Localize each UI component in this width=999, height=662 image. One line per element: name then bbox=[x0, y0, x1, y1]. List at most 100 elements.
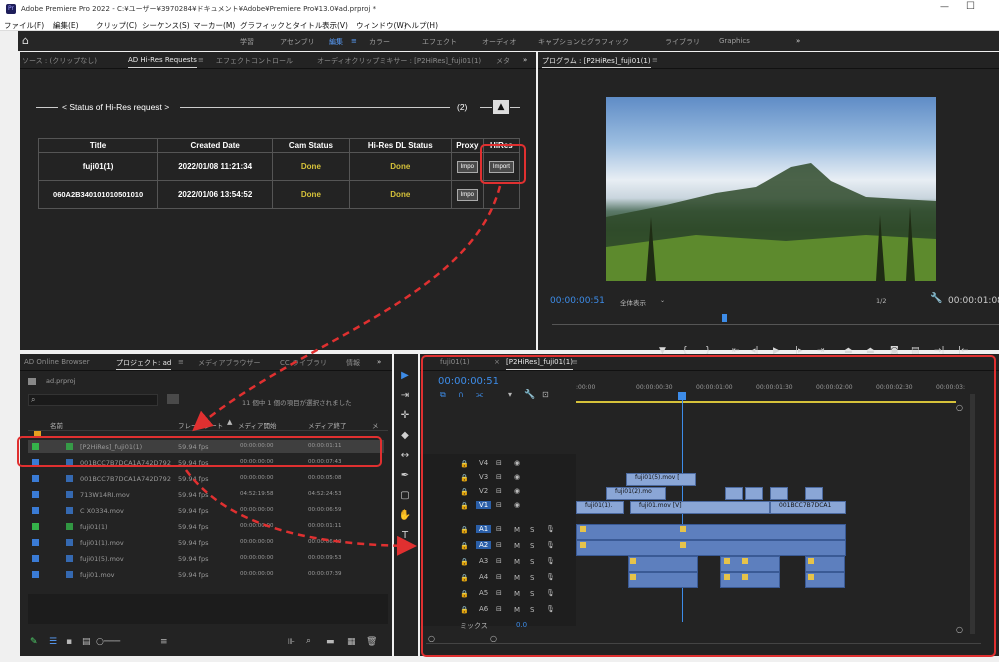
razor-tool-icon[interactable]: ◆ bbox=[398, 430, 412, 444]
color-label-icon bbox=[32, 571, 39, 578]
list-view-icon[interactable]: ☰ bbox=[49, 637, 57, 647]
tab-metadata[interactable]: メタ bbox=[496, 56, 510, 66]
project-tabs-more[interactable]: » bbox=[377, 358, 381, 366]
panel-menu-icon[interactable]: ≡ bbox=[198, 56, 204, 64]
zoom-slider[interactable]: ○─── bbox=[96, 637, 120, 647]
col-dl-status: Hi-Res DL Status bbox=[348, 138, 452, 153]
source-panel: ソース : (クリップなし) AD Hi-Res Requests ≡ エフェク… bbox=[20, 52, 536, 350]
sort-icons-icon[interactable]: ≡ bbox=[160, 637, 168, 647]
freeform-view-icon[interactable]: ▤ bbox=[82, 637, 91, 647]
minimize-icon[interactable]: — bbox=[940, 2, 949, 12]
sort-ascending-icon[interactable]: ▲ bbox=[227, 418, 232, 426]
col-media-start[interactable]: メディア開始 bbox=[238, 420, 277, 430]
project-row[interactable]: fuji01(5).mov 59.94 fps 00:00:00:00 00:00:0… bbox=[28, 552, 384, 565]
workspace-assembly[interactable]: アセンブリ bbox=[280, 37, 315, 47]
tabs-more[interactable]: » bbox=[523, 56, 527, 64]
rectangle-tool-icon[interactable]: ▢ bbox=[398, 490, 412, 504]
menu-edit[interactable]: 編集(E) bbox=[53, 20, 79, 31]
clip-media-start: 00:00:00:00 bbox=[240, 571, 274, 577]
program-scrubber[interactable] bbox=[552, 315, 999, 325]
tab-effect-controls[interactable]: エフェクトコントロール bbox=[216, 56, 293, 66]
fit-select[interactable]: 全体表示 bbox=[620, 297, 646, 307]
clip-media-end: 04:52:24:53 bbox=[308, 491, 342, 497]
color-label-icon bbox=[32, 491, 39, 498]
menu-view[interactable]: 表示(V) bbox=[322, 20, 348, 31]
track-select-icon[interactable]: ⇥ bbox=[398, 390, 412, 404]
project-file-name: ad.prproj bbox=[46, 377, 76, 385]
proxy-import-button[interactable]: Impo bbox=[456, 160, 478, 173]
workspace-libraries[interactable]: ライブラリ bbox=[665, 37, 700, 47]
menu-clip[interactable]: クリップ(C) bbox=[96, 20, 137, 31]
window-titlebar: Pr Adobe Premiere Pro 2022 - C:¥ユーザー¥397… bbox=[0, 0, 999, 18]
color-label-icon bbox=[32, 555, 39, 562]
project-row[interactable]: C X0334.mov 59.94 fps 00:00:00:00 00:00:06:… bbox=[28, 504, 384, 517]
clip-name: fuji01.mov bbox=[80, 571, 115, 579]
wrench-icon[interactable]: 🔧 bbox=[930, 293, 942, 304]
proxy-import-button[interactable]: Impo bbox=[456, 188, 478, 201]
project-row[interactable]: 713W14RI.mov 59.94 fps 04:52:19:58 04:52:24… bbox=[28, 488, 384, 501]
workspace-color[interactable]: カラー bbox=[369, 37, 390, 47]
highlight-timeline bbox=[421, 355, 996, 657]
workspace-effects[interactable]: エフェクト bbox=[422, 37, 457, 47]
col-fps[interactable]: フレームレート bbox=[178, 420, 223, 430]
program-timecode[interactable]: 00:00:00:51 bbox=[550, 296, 605, 306]
pencil-icon[interactable]: ✎ bbox=[30, 637, 38, 647]
project-row[interactable]: fuji01.mov 59.94 fps 00:00:00:00 00:00:07:3… bbox=[28, 568, 384, 581]
workspace-learn[interactable]: 学習 bbox=[240, 37, 254, 47]
clear-icon[interactable]: 🗑 bbox=[366, 637, 377, 647]
project-row[interactable]: 001BCC7B7DCA1A742D792 59.94 fps 00:00:00:0… bbox=[28, 472, 384, 485]
clip-fps: 59.94 fps bbox=[178, 571, 209, 579]
find-icon[interactable]: ⌕ bbox=[306, 636, 311, 646]
home-icon[interactable]: ⌂ bbox=[22, 34, 29, 47]
automate-icon[interactable]: ⊪ bbox=[288, 637, 295, 646]
project-row[interactable]: fuji01(1).mov 59.94 fps 00:00:00:00 00:00:0… bbox=[28, 536, 384, 549]
icon-view-icon[interactable]: ▪ bbox=[66, 637, 72, 647]
slip-tool-icon[interactable]: ↔ bbox=[398, 450, 412, 464]
tab-audio-mixer[interactable]: オーディオクリップミキサー : [P2HiRes]_fuji01(1) bbox=[317, 56, 481, 66]
new-item-icon[interactable]: ▦ bbox=[347, 637, 356, 647]
menu-window[interactable]: ウィンドウ(W) bbox=[356, 20, 407, 31]
workspace-edit[interactable]: 編集 bbox=[329, 37, 343, 47]
window-title: Adobe Premiere Pro 2022 - C:¥ユーザー¥397028… bbox=[21, 5, 377, 13]
new-bin-icon[interactable]: ▬ bbox=[326, 637, 335, 647]
status-divider-mid bbox=[180, 107, 450, 108]
program-menu-icon[interactable]: ≡ bbox=[652, 56, 658, 64]
resolution-select[interactable]: 1/2 bbox=[876, 297, 886, 305]
menu-help[interactable]: ヘルプ(H) bbox=[404, 20, 438, 31]
menu-file[interactable]: ファイル(F) bbox=[4, 20, 44, 31]
menu-graphics[interactable]: グラフィックとタイトル bbox=[240, 20, 322, 31]
selection-tool-icon[interactable]: ▶ bbox=[398, 370, 412, 384]
workspace-captions[interactable]: キャプションとグラフィック bbox=[538, 37, 629, 47]
project-search-input[interactable]: ⌕ bbox=[28, 394, 158, 406]
col-more[interactable]: メ bbox=[372, 420, 379, 430]
project-menu-icon[interactable]: ≡ bbox=[178, 358, 184, 366]
ripple-edit-icon[interactable]: ✛ bbox=[398, 410, 412, 424]
tab-program[interactable]: プログラム : [P2HiRes]_fuji01(1) bbox=[542, 56, 651, 68]
tab-ad-online-browser[interactable]: AD Online Browser bbox=[24, 358, 90, 366]
menu-marker[interactable]: マーカー(M) bbox=[193, 20, 235, 31]
tab-cc-libraries[interactable]: CC ライブラリ bbox=[280, 358, 327, 368]
tab-info[interactable]: 情報 bbox=[346, 358, 360, 368]
maximize-icon[interactable]: ☐ bbox=[966, 1, 975, 12]
project-panel-tabs: AD Online Browser プロジェクト: ad ≡ メディアブラウザー… bbox=[20, 354, 392, 371]
tab-media-browser[interactable]: メディアブラウザー bbox=[198, 358, 261, 368]
collapse-button[interactable]: ▲ bbox=[493, 100, 509, 114]
new-bin-from-search-icon[interactable] bbox=[167, 394, 179, 404]
playhead-marker-icon[interactable] bbox=[722, 314, 727, 322]
color-label-icon bbox=[32, 539, 39, 546]
project-row[interactable]: fuji01(1) 59.94 fps 00:00:00:00 00:00:01:11 bbox=[28, 520, 384, 533]
fit-dropdown-icon[interactable]: ⌄ bbox=[660, 297, 665, 304]
pen-tool-icon[interactable]: ✒ bbox=[398, 470, 412, 484]
workspace-more[interactable]: » bbox=[796, 37, 800, 45]
col-media-end[interactable]: メディア終了 bbox=[308, 420, 347, 430]
tab-hires-requests[interactable]: AD Hi-Res Requests bbox=[128, 56, 197, 68]
hand-tool-icon[interactable]: ✋ bbox=[398, 510, 412, 524]
type-tool-icon[interactable]: T bbox=[398, 530, 412, 544]
workspace-audio[interactable]: オーディオ bbox=[482, 37, 517, 47]
menu-sequence[interactable]: シーケンス(S) bbox=[142, 20, 190, 31]
tab-source[interactable]: ソース : (クリップなし) bbox=[22, 56, 97, 66]
workspace-graphics[interactable]: Graphics bbox=[719, 37, 750, 45]
tab-project[interactable]: プロジェクト: ad bbox=[116, 358, 172, 370]
col-name[interactable]: 名前 bbox=[50, 420, 63, 430]
workspace-menu-icon[interactable]: ≡ bbox=[351, 37, 357, 45]
